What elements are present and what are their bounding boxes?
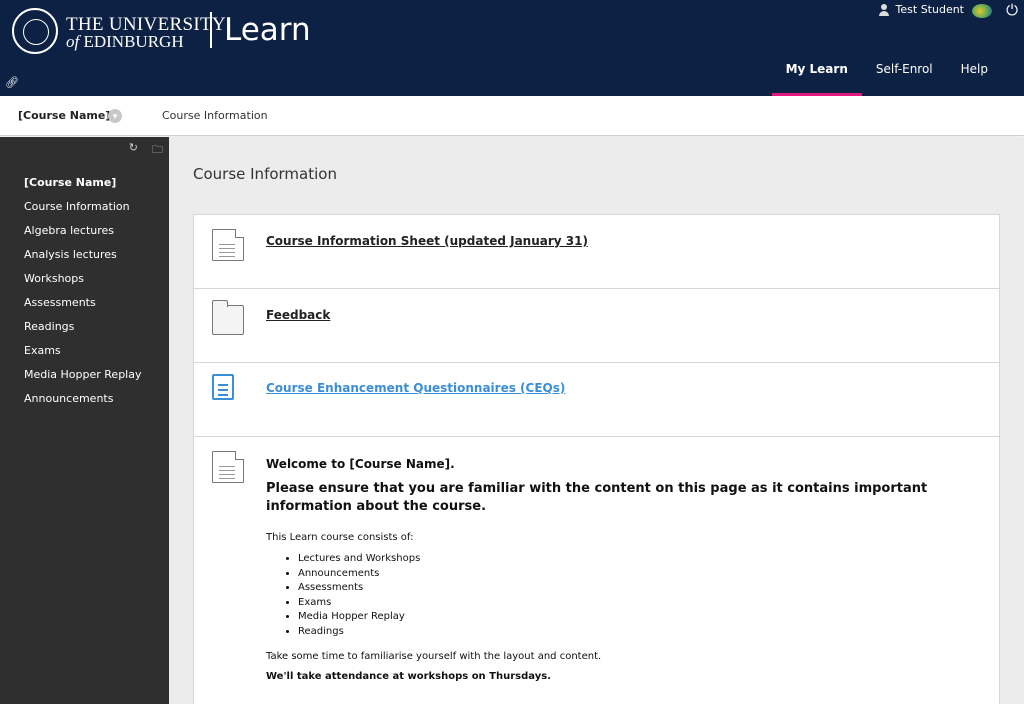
university-crest-logo[interactable]	[12, 8, 58, 54]
university-name-line2: of EDINBURGH	[66, 32, 184, 52]
sidebar-item-announcements[interactable]: Announcements	[24, 393, 142, 417]
learn-app: THE UNIVERSITY of EDINBURGH Learn 🔗︎ Tes…	[0, 0, 1024, 704]
list-item: Exams	[298, 596, 981, 611]
folder-icon	[212, 300, 244, 335]
refresh-icon[interactable]: ↻	[129, 141, 138, 160]
chevron-down-icon[interactable]: ▾	[108, 109, 122, 123]
learn-app-name[interactable]: Learn	[224, 12, 311, 48]
link-icon[interactable]: 🔗︎	[5, 76, 19, 89]
sidebar-tools: ↻ 🗀︎	[129, 141, 163, 160]
welcome-intro: This Learn course consists of:	[266, 532, 414, 543]
ceq-link[interactable]: Course Enhancement Questionnaires (CEQs)	[266, 381, 565, 395]
list-item: Media Hopper Replay	[298, 610, 981, 625]
breadcrumb-course[interactable]: [Course Name]	[18, 109, 110, 122]
nav-my-learn[interactable]: My Learn	[771, 62, 863, 96]
course-menu-sidebar: ↻ 🗀︎ [Course Name] Course Information Al…	[0, 137, 169, 704]
nav-self-enrol[interactable]: Self-Enrol	[862, 62, 947, 96]
university-name-of: of	[66, 32, 80, 51]
user-menu[interactable]: Test Student	[878, 3, 964, 16]
list-item: Announcements	[298, 567, 981, 582]
folder-view-icon[interactable]: 🗀︎	[152, 141, 163, 160]
avatar-icon[interactable]	[972, 4, 992, 18]
welcome-familiarise: Take some time to familiarise yourself w…	[266, 651, 602, 662]
document-icon	[212, 229, 244, 261]
welcome-attendance: We'll take attendance at workshops on Th…	[266, 671, 551, 682]
sidebar-item-readings[interactable]: Readings	[24, 321, 142, 345]
user-icon	[878, 3, 890, 16]
university-name-edinburgh: EDINBURGH	[83, 32, 184, 51]
content-item-list: Course Information Sheet (updated Januar…	[193, 214, 1000, 704]
sidebar-item-analysis-lectures[interactable]: Analysis lectures	[24, 249, 142, 273]
list-item-welcome: Welcome to [Course Name]. Please ensure …	[194, 437, 999, 704]
sidebar-item-algebra-lectures[interactable]: Algebra lectures	[24, 225, 142, 249]
list-item: Course Enhancement Questionnaires (CEQs)	[194, 363, 999, 437]
user-name: Test Student	[895, 3, 964, 16]
sidebar-item-assessments[interactable]: Assessments	[24, 297, 142, 321]
power-icon[interactable]: ⏻	[1006, 1, 1018, 19]
sidebar-item-workshops[interactable]: Workshops	[24, 273, 142, 297]
main-nav: My Learn Self-Enrol Help	[771, 62, 1002, 96]
course-information-sheet-link[interactable]: Course Information Sheet (updated Januar…	[266, 234, 588, 248]
list-item: Readings	[298, 625, 981, 640]
sidebar-item-course-information[interactable]: Course Information	[24, 201, 142, 225]
breadcrumb: [Course Name] ▾ Course Information	[0, 96, 1024, 136]
logo-divider	[210, 12, 212, 48]
nav-help[interactable]: Help	[947, 62, 1002, 96]
feedback-link[interactable]: Feedback	[266, 308, 330, 322]
page-title: Course Information	[193, 165, 337, 183]
document-icon	[212, 451, 244, 483]
welcome-subheading: Please ensure that you are familiar with…	[266, 481, 928, 514]
sidebar-item-media-hopper-replay[interactable]: Media Hopper Replay	[24, 369, 142, 393]
sidebar-item-exams[interactable]: Exams	[24, 345, 142, 369]
list-item: Lectures and Workshops	[298, 552, 981, 567]
course-menu: [Course Name] Course Information Algebra…	[24, 177, 142, 417]
list-item: Feedback	[194, 289, 999, 363]
welcome-heading: Welcome to [Course Name].	[266, 457, 455, 471]
form-icon	[212, 374, 234, 400]
list-item: Assessments	[298, 581, 981, 596]
welcome-message: Welcome to [Course Name]. Please ensure …	[266, 457, 981, 691]
main-content: Course Information Course Information Sh…	[169, 137, 1024, 704]
course-components-list: Lectures and Workshops Announcements Ass…	[266, 552, 981, 639]
top-header: THE UNIVERSITY of EDINBURGH Learn 🔗︎ Tes…	[0, 0, 1024, 96]
list-item: Course Information Sheet (updated Januar…	[194, 215, 999, 289]
sidebar-item-course-name[interactable]: [Course Name]	[24, 177, 142, 201]
breadcrumb-page: Course Information	[162, 109, 268, 122]
